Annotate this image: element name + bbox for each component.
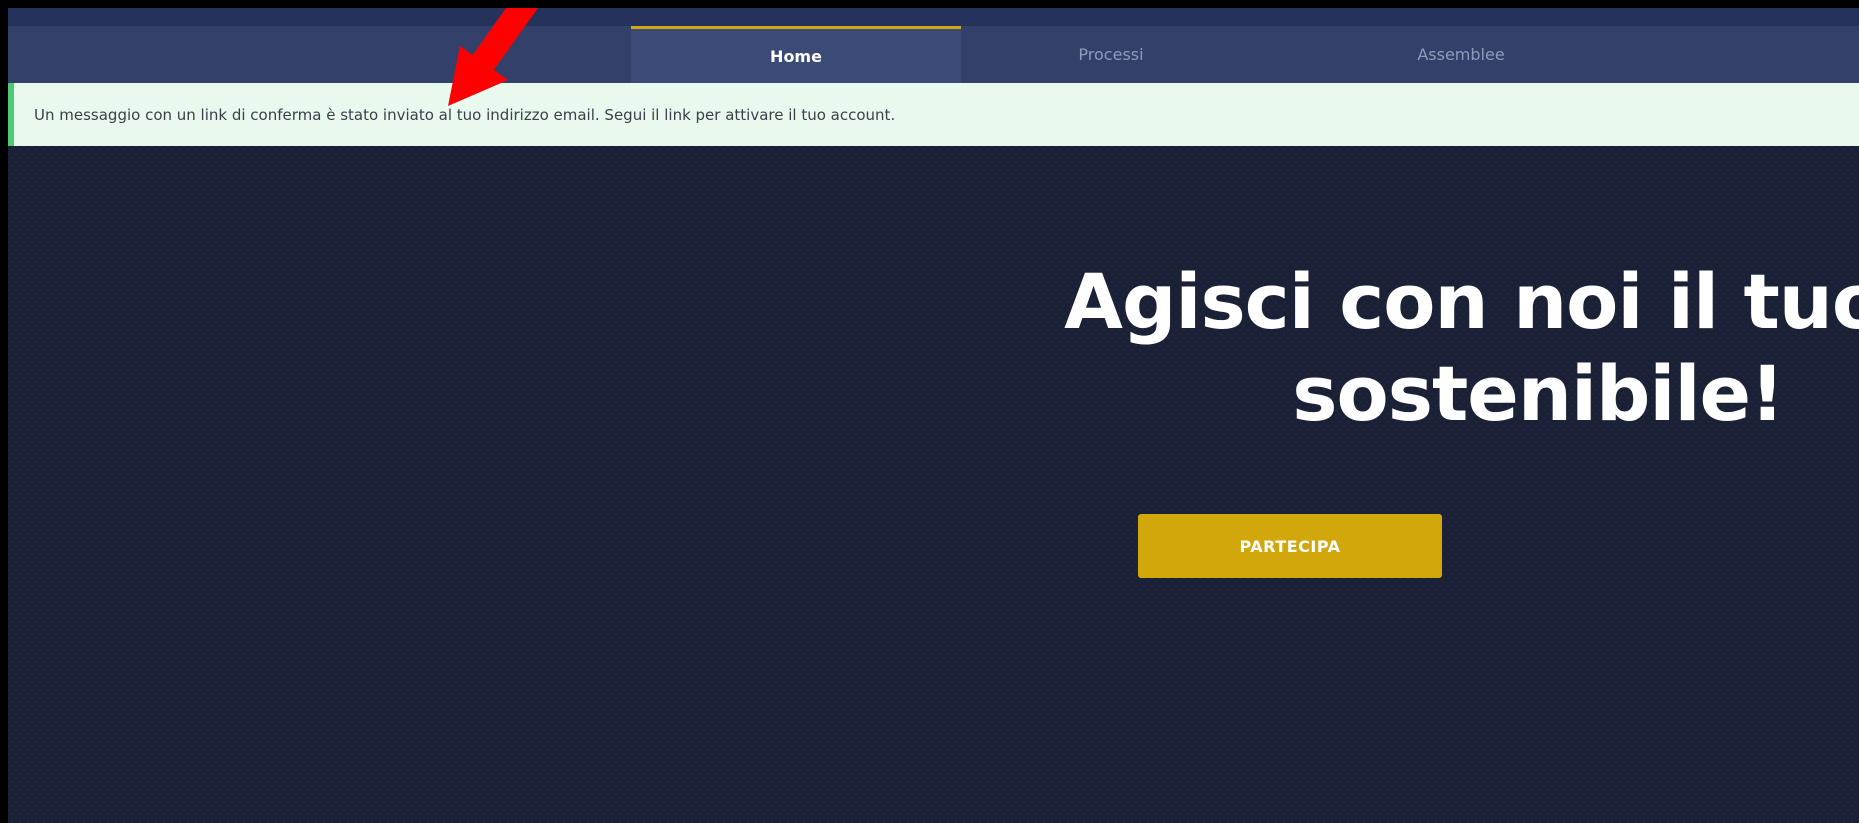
main-navigation: Home Processi Assemblee [8,26,1859,83]
confirmation-notice: Un messaggio con un link di conferma è s… [8,83,1859,146]
hero-title: Agisci con noi il tuo im sostenibile! [768,256,1859,440]
notice-message: Un messaggio con un link di conferma è s… [34,105,896,124]
hero-title-line-1: Agisci con noi il tuo im [1064,257,1859,346]
hero-section: Agisci con noi il tuo im sostenibile! PA… [8,146,1859,823]
browser-viewport: Home Processi Assemblee Un messaggio con… [8,8,1859,823]
nav-item-assemblee[interactable]: Assemblee [1261,26,1661,83]
hero-title-line-2: sostenibile! [1292,349,1784,438]
nav-item-home[interactable]: Home [631,26,961,83]
partecipa-button[interactable]: PARTECIPA [1138,514,1442,578]
top-strip [8,8,1859,26]
nav-item-processi[interactable]: Processi [961,26,1261,83]
